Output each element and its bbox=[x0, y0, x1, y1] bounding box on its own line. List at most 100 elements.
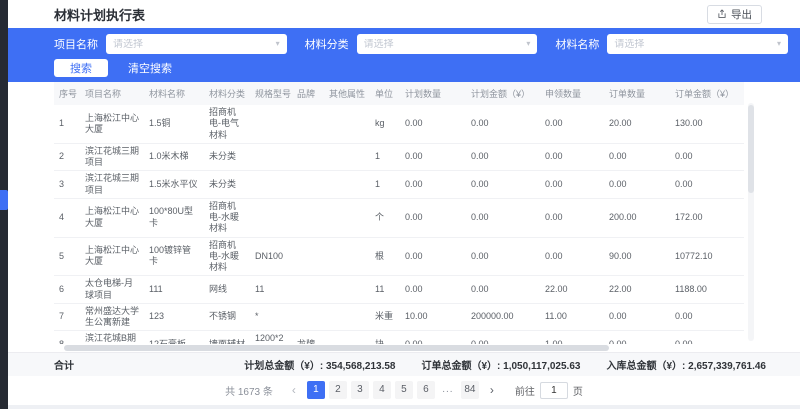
column-header: 项目名称 bbox=[80, 82, 144, 105]
table-row[interactable]: 6太仓电梯-月球项目111网线11110.000.0022.0022.00118… bbox=[54, 276, 744, 304]
project-name-select[interactable]: ▾ bbox=[106, 34, 287, 54]
table-cell: 滨江花城三期项目 bbox=[80, 143, 144, 171]
material-name-select[interactable]: ▾ bbox=[607, 34, 788, 54]
filter-panel: 项目名称 ▾ 材料分类 ▾ 材料名称 bbox=[8, 28, 800, 82]
search-button[interactable]: 搜索 bbox=[54, 59, 108, 77]
goto-page-input[interactable] bbox=[540, 382, 568, 399]
project-name-label: 项目名称 bbox=[54, 36, 98, 52]
column-header: 序号 bbox=[54, 82, 80, 105]
table-cell: 10772.10 bbox=[670, 237, 744, 276]
table-cell: 0.00 bbox=[466, 105, 540, 143]
vertical-scrollbar[interactable] bbox=[748, 103, 754, 341]
column-header: 订单数量 bbox=[604, 82, 670, 105]
table-cell: 上海松江中心大厦 bbox=[80, 237, 144, 276]
table-cell: 根 bbox=[370, 237, 400, 276]
table-cell: 0.00 bbox=[670, 331, 744, 344]
table-cell: 太仓电梯-月球项目 bbox=[80, 276, 144, 304]
column-header: 申领数量 bbox=[540, 82, 604, 105]
summary-total: 订单总金额（¥）: 1,050,117,025.63 bbox=[421, 357, 580, 372]
table-cell: 0.00 bbox=[604, 143, 670, 171]
table-cell: 0.00 bbox=[604, 171, 670, 199]
table-cell bbox=[324, 331, 370, 344]
page-button[interactable]: 6 bbox=[417, 381, 435, 399]
table-cell: 7 bbox=[54, 303, 80, 331]
table-cell: 0.00 bbox=[466, 143, 540, 171]
materials-table: 序号项目名称材料名称材料分类规格型号品牌其他属性单位计划数量计划金额（¥）申领数… bbox=[54, 82, 744, 344]
table-row[interactable]: 3滨江花城三期项目1.5米水平仪未分类10.000.000.000.000.00 bbox=[54, 171, 744, 199]
table-cell: 0.00 bbox=[540, 143, 604, 171]
table-cell: kg bbox=[370, 105, 400, 143]
horizontal-scrollbar[interactable] bbox=[54, 345, 788, 351]
table-row[interactable]: 1上海松江中心大厦1.5铜招商机电-电气材料kg0.000.000.0020.0… bbox=[54, 105, 744, 143]
table-cell: 1.00 bbox=[540, 331, 604, 344]
summary-total-label: 入库总金额（¥）: bbox=[606, 361, 688, 372]
page-button[interactable]: 3 bbox=[351, 381, 369, 399]
table-row[interactable]: 4上海松江中心大厦100*80U型卡招商机电-水暖材料个0.000.000.00… bbox=[54, 198, 744, 237]
table-row[interactable]: 5上海松江中心大厦100镀锌管卡招商机电-水暖材料DN100根0.000.000… bbox=[54, 237, 744, 276]
table-cell: 龙牌 bbox=[292, 331, 324, 344]
table-cell: 1200*2440*12 bbox=[250, 331, 292, 344]
goto-unit: 页 bbox=[573, 383, 583, 398]
page-ellipsis[interactable]: ... bbox=[439, 381, 457, 399]
table-cell: 123 bbox=[144, 303, 204, 331]
table-cell: 200.00 bbox=[604, 198, 670, 237]
table-cell: 0.00 bbox=[604, 303, 670, 331]
table-cell bbox=[292, 171, 324, 199]
pagination: 共 1673 条 ‹ 123456...84 › 前往 页 bbox=[8, 376, 800, 405]
column-header: 单位 bbox=[370, 82, 400, 105]
column-header: 规格型号 bbox=[250, 82, 292, 105]
material-category-input[interactable] bbox=[364, 39, 527, 50]
page-header: 材料计划执行表 导出 bbox=[8, 0, 800, 28]
prev-page-button[interactable]: ‹ bbox=[286, 381, 302, 399]
page-button[interactable]: 5 bbox=[395, 381, 413, 399]
table-cell: 0.00 bbox=[466, 331, 540, 344]
page-button[interactable]: 4 bbox=[373, 381, 391, 399]
table-cell: 未分类 bbox=[204, 143, 250, 171]
table-cell: 4 bbox=[54, 198, 80, 237]
next-page-button[interactable]: › bbox=[484, 381, 500, 399]
page-button[interactable]: 2 bbox=[329, 381, 347, 399]
table-cell: 上海松江中心大厦 bbox=[80, 198, 144, 237]
table-cell: 墙面辅材 bbox=[204, 331, 250, 344]
page-button[interactable]: 84 bbox=[461, 381, 479, 399]
table-cell: 0.00 bbox=[540, 237, 604, 276]
vertical-scrollbar-thumb[interactable] bbox=[748, 105, 754, 193]
table-cell: 0.00 bbox=[466, 198, 540, 237]
goto-page: 前往 页 bbox=[515, 382, 583, 399]
table-cell: 3 bbox=[54, 171, 80, 199]
table-cell: 8 bbox=[54, 331, 80, 344]
clear-search-button[interactable]: 清空搜索 bbox=[128, 59, 172, 77]
horizontal-scrollbar-thumb[interactable] bbox=[64, 345, 609, 351]
filter-field-material: 材料名称 ▾ bbox=[555, 34, 788, 54]
table-cell bbox=[250, 198, 292, 237]
export-button[interactable]: 导出 bbox=[707, 5, 762, 24]
export-icon bbox=[717, 9, 727, 19]
column-header: 计划金额（¥） bbox=[466, 82, 540, 105]
table-cell: 2 bbox=[54, 143, 80, 171]
table-cell: 0.00 bbox=[670, 171, 744, 199]
table-row[interactable]: 2滨江花城三期项目1.0米木梯未分类10.000.000.000.000.00 bbox=[54, 143, 744, 171]
total-label: 合计 bbox=[54, 357, 74, 372]
material-category-select[interactable]: ▾ bbox=[357, 34, 538, 54]
page-title: 材料计划执行表 bbox=[54, 5, 145, 24]
project-name-input[interactable] bbox=[113, 39, 276, 50]
table-cell bbox=[324, 105, 370, 143]
table-cell bbox=[324, 276, 370, 304]
table-cell: 1.5米水平仪 bbox=[144, 171, 204, 199]
summary-total-value: 1,050,117,025.63 bbox=[503, 361, 580, 372]
table-cell: DN100 bbox=[250, 237, 292, 276]
collapsed-sidebar[interactable] bbox=[0, 0, 8, 409]
table-cell: 111 bbox=[144, 276, 204, 304]
table-cell bbox=[324, 198, 370, 237]
table-cell bbox=[324, 171, 370, 199]
material-name-input[interactable] bbox=[614, 39, 777, 50]
table-cell: 0.00 bbox=[400, 276, 466, 304]
table-row[interactable]: 7常州盛达大学生公寓新建123不锈钢*米重10.00200000.0011.00… bbox=[54, 303, 744, 331]
table-cell: 11 bbox=[250, 276, 292, 304]
filter-actions: 搜索 清空搜索 bbox=[54, 59, 788, 77]
table-row[interactable]: 8滨江花城B期项目-分包12石膏板墙面辅材1200*2440*12龙牌块0.00… bbox=[54, 331, 744, 344]
summary-total-label: 计划总金额（¥）: bbox=[244, 361, 326, 372]
table-cell: 6 bbox=[54, 276, 80, 304]
table-cell: 招商机电-水暖材料 bbox=[204, 198, 250, 237]
page-button[interactable]: 1 bbox=[307, 381, 325, 399]
